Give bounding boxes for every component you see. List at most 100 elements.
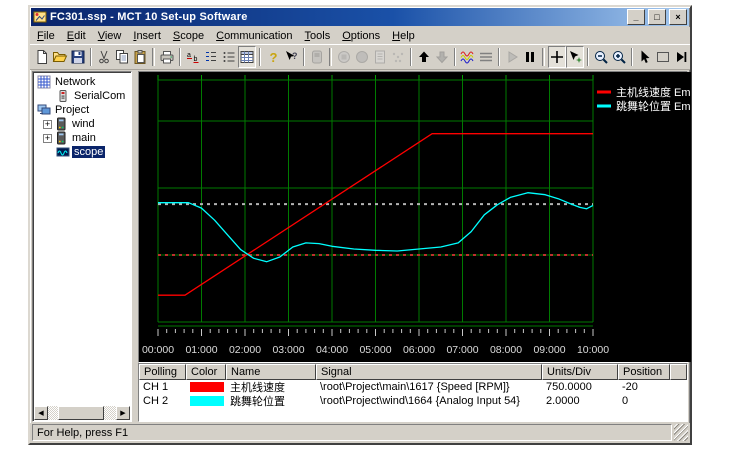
zoom-in-button[interactable]	[610, 46, 628, 68]
tree-item-serialcom[interactable]: SerialCom	[35, 89, 129, 103]
channel-row-ch2[interactable]: CH 2跳舞轮位置\root\Project\wind\1664 {Analog…	[139, 394, 687, 408]
zoom-select-button[interactable]	[566, 46, 584, 68]
scope-canvas[interactable]: 00:00001:00002:00003:00004:00005:00006:0…	[139, 72, 691, 362]
menu-communication[interactable]: Communication	[210, 29, 298, 43]
rect-zoom-button[interactable]	[654, 46, 672, 68]
scope-waves-button[interactable]	[459, 46, 477, 68]
tree-item-scope[interactable]: scope	[35, 145, 129, 159]
detail-list-button[interactable]	[220, 46, 238, 68]
column-header-signal[interactable]: Signal	[316, 364, 542, 380]
channel-table: PollingColorNameSignalUnits/DivPosition …	[138, 363, 688, 422]
run-to-end-button[interactable]	[672, 46, 690, 68]
grid-view-icon	[239, 49, 255, 65]
menu-options[interactable]: Options	[336, 29, 386, 43]
scrollbar-track[interactable]	[48, 406, 116, 420]
column-header-position[interactable]: Position	[618, 364, 670, 380]
project-tree: NetworkSerialComProject + wind+mainscope	[35, 75, 129, 406]
tree-item-network[interactable]: Network	[35, 75, 129, 89]
tree-horizontal-scrollbar[interactable]: ◀ ▶	[34, 406, 130, 420]
zoom-out-button[interactable]	[592, 46, 610, 68]
open-file-button[interactable]	[51, 46, 69, 68]
toolbar-separator	[303, 48, 305, 66]
scrollbar-thumb[interactable]	[58, 406, 104, 420]
expand-toggle-main[interactable]: +	[43, 134, 52, 143]
tree-item-main[interactable]: +main	[35, 131, 129, 145]
cut-button[interactable]	[95, 46, 113, 68]
project-tree-panel: NetworkSerialComProject + wind+mainscope ◀…	[32, 71, 132, 422]
cell: CH 1	[139, 381, 186, 393]
detail-list-icon	[221, 49, 237, 65]
pointer-icon	[637, 49, 653, 65]
new-file-button[interactable]	[33, 46, 51, 68]
scope-view: 00:00001:00002:00003:00004:00005:00006:0…	[138, 71, 688, 422]
x-axis-label: 04:000	[316, 344, 348, 356]
cell: 0	[618, 395, 670, 407]
sort-list-icon	[203, 49, 219, 65]
parameter-ab-icon: ab	[185, 49, 201, 65]
zoom-select-icon	[567, 49, 583, 65]
scope-plot-area[interactable]: 00:00001:00002:00003:00004:00005:00006:0…	[138, 71, 688, 363]
toolbar-separator	[454, 48, 456, 66]
menu-insert[interactable]: Insert	[127, 29, 167, 43]
pointer-button[interactable]	[636, 46, 654, 68]
maximize-button[interactable]: □	[648, 9, 666, 25]
x-axis-label: 09:000	[533, 344, 565, 356]
project-icon	[37, 103, 51, 117]
toolbar-separator	[329, 48, 331, 66]
main-content: NetworkSerialComProject + wind+mainscope ◀…	[30, 70, 690, 423]
toolbar-separator	[498, 48, 500, 66]
run-to-end-icon	[673, 49, 689, 65]
tree-item-project[interactable]: Project	[35, 103, 129, 117]
pause-button[interactable]	[521, 46, 539, 68]
paste-button[interactable]	[131, 46, 149, 68]
scroll-left-button[interactable]: ◀	[34, 406, 48, 420]
sort-list-button[interactable]	[202, 46, 220, 68]
network-icon	[37, 75, 51, 89]
expand-toggle-wind[interactable]: +	[43, 120, 52, 129]
column-header-color[interactable]: Color	[186, 364, 226, 380]
channel-color-swatch	[190, 382, 224, 392]
x-axis-label: 01:000	[185, 344, 217, 356]
x-axis-label: 02:000	[229, 344, 261, 356]
cell: 750.0000	[542, 381, 618, 393]
context-help-button[interactable]: ?	[282, 46, 300, 68]
menu-view[interactable]: View	[92, 29, 128, 43]
cell	[186, 382, 226, 392]
minimize-button[interactable]: _	[627, 9, 645, 25]
tree-item-label: wind	[70, 118, 97, 130]
menu-edit[interactable]: Edit	[61, 29, 92, 43]
column-header-name[interactable]: Name	[226, 364, 316, 380]
save-file-icon	[70, 49, 86, 65]
save-file-button[interactable]	[69, 46, 87, 68]
svg-text:?: ?	[270, 50, 278, 65]
tree-item-label: SerialCom	[72, 90, 127, 102]
scope-lines-button[interactable]	[477, 46, 495, 68]
channel-color-swatch	[190, 396, 224, 406]
print-button[interactable]	[158, 46, 176, 68]
channel-row-ch1[interactable]: CH 1主机线速度\root\Project\main\1617 {Speed …	[139, 380, 687, 394]
x-axis-label: 07:000	[446, 344, 478, 356]
column-header-units-div[interactable]: Units/Div	[542, 364, 618, 380]
crosshair-button[interactable]	[548, 46, 566, 68]
scroll-right-button[interactable]: ▶	[116, 406, 130, 420]
copy-button[interactable]	[113, 46, 131, 68]
cell: CH 2	[139, 395, 186, 407]
help-icon: ?	[265, 49, 281, 65]
help-button[interactable]: ?	[264, 46, 282, 68]
tree-item-label: scope	[72, 146, 105, 158]
write-drive-button	[371, 46, 389, 68]
stop-drive-button	[335, 46, 353, 68]
column-header-polling[interactable]: Polling	[139, 364, 186, 380]
move-up-icon	[416, 49, 432, 65]
menu-file[interactable]: File	[31, 29, 61, 43]
resize-grip[interactable]	[674, 424, 688, 441]
move-up-button[interactable]	[415, 46, 433, 68]
menu-tools[interactable]: Tools	[299, 29, 337, 43]
parameter-ab-button[interactable]: ab	[184, 46, 202, 68]
menu-help[interactable]: Help	[386, 29, 421, 43]
grid-view-button[interactable]	[238, 46, 256, 68]
close-button[interactable]: ×	[669, 9, 687, 25]
tree-item-wind[interactable]: + wind	[35, 117, 129, 131]
menu-scope[interactable]: Scope	[167, 29, 210, 43]
application-window: FC301.ssp - MCT 10 Set-up Software _ □ ×…	[28, 5, 692, 445]
